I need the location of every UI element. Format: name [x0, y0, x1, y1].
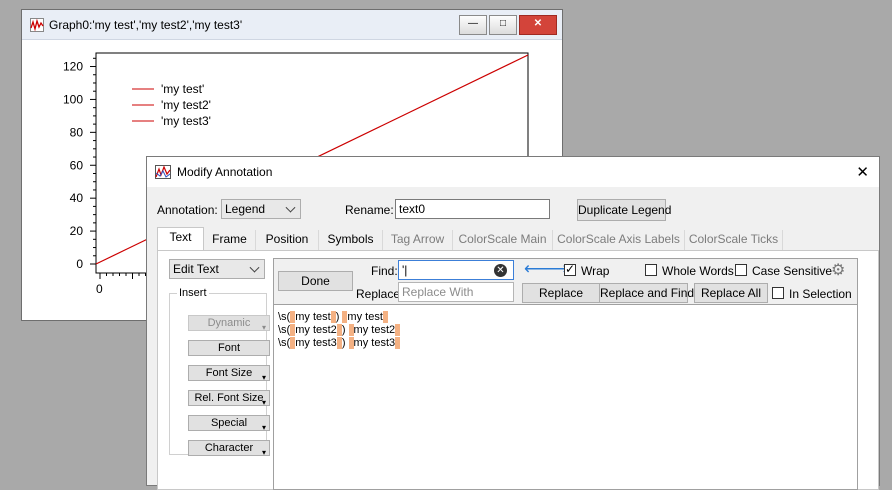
y-tick-label: 20	[70, 224, 84, 238]
x-tick-label: 0	[96, 282, 103, 296]
rename-input[interactable]: text0	[395, 199, 550, 219]
wrap-checkbox[interactable]: ✓	[564, 262, 576, 276]
text-line-1: \s( my test) my test	[278, 311, 400, 324]
rename-label: Rename:	[345, 203, 394, 217]
tab-frame[interactable]: Frame	[204, 230, 256, 250]
text-escape: \s(	[278, 311, 291, 323]
edit-mode-select[interactable]: Edit Text	[169, 259, 265, 279]
modify-annotation-dialog: Modify Annotation ✕ Annotation: Legend R…	[146, 156, 880, 490]
y-tick-label: 0	[76, 257, 83, 271]
replace-label: Replace:	[356, 287, 404, 301]
text-line-3: \s( my test3) my test3	[278, 337, 401, 350]
tab-colorscale-main[interactable]: ColorScale Main	[453, 230, 553, 250]
dropdown-arrow-icon: ▾	[261, 448, 266, 457]
text-close: )	[341, 337, 349, 349]
text-close: )	[335, 311, 343, 323]
special-button-label: Special	[210, 417, 248, 429]
case-sensitive-label: Case Sensitive	[752, 264, 833, 278]
minimize-button[interactable]: —	[459, 15, 487, 35]
editor-container: Done Find: '| ✕ ⟵ ⟶ ✓ Wrap Whole Words C…	[273, 258, 858, 490]
in-selection-label: In Selection	[789, 287, 852, 301]
tab-colorscale-axis-labels[interactable]: ColorScale Axis Labels	[553, 230, 685, 250]
annotation-select-value: Legend	[225, 202, 266, 216]
replace-and-find-button[interactable]: Replace and Find	[599, 283, 694, 303]
dynamic-button[interactable]: Dynamic ▾	[188, 315, 270, 332]
dropdown-arrow-icon: ▾	[261, 323, 266, 332]
find-replace-bar: Done Find: '| ✕ ⟵ ⟶ ✓ Wrap Whole Words C…	[274, 259, 857, 305]
dialog-title: Modify Annotation	[177, 165, 273, 179]
highlight-mark	[395, 324, 401, 337]
dynamic-button-label: Dynamic	[207, 317, 251, 329]
close-button[interactable]: ✕	[519, 15, 557, 35]
character-button[interactable]: Character ▾	[188, 440, 270, 457]
tab-position[interactable]: Position	[256, 230, 319, 250]
whole-words-label: Whole Words	[662, 264, 734, 278]
gear-icon[interactable]: ⚙	[831, 260, 845, 280]
graph-icon	[30, 18, 44, 32]
tab-symbols[interactable]: Symbols	[319, 230, 383, 250]
text-tail: my test	[347, 311, 383, 323]
replace-input[interactable]: Replace With	[398, 282, 514, 302]
duplicate-legend-button[interactable]: Duplicate Legend	[577, 199, 671, 221]
y-tick-label: 80	[70, 125, 84, 139]
rel-font-size-button-label: Rel. Font Size	[194, 392, 264, 404]
legend-label-3: 'my test3'	[161, 114, 211, 128]
case-sensitive-checkbox[interactable]	[735, 264, 747, 276]
graph-title: Graph0:'my test','my test2','my test3'	[49, 18, 243, 32]
dropdown-arrow-icon: ▾	[261, 398, 266, 407]
font-size-button-label: Font Size	[205, 367, 253, 379]
rel-font-size-button[interactable]: Rel. Font Size ▾	[188, 390, 270, 407]
y-tick-label: 40	[70, 191, 84, 205]
replace-all-button[interactable]: Replace All	[694, 283, 768, 303]
legend-label-1: 'my test'	[161, 82, 204, 96]
text-line-2: \s( my test2) my test2	[278, 324, 401, 337]
tab-tag-arrow[interactable]: Tag Arrow	[383, 230, 453, 250]
insert-label: Insert	[177, 287, 209, 299]
wrap-label: Wrap	[581, 264, 610, 278]
font-size-button[interactable]: Font Size ▾	[188, 365, 270, 382]
legend-label-2: 'my test2'	[161, 98, 211, 112]
annotation-select[interactable]: Legend	[221, 199, 301, 219]
tab-colorscale-ticks[interactable]: ColorScale Ticks	[685, 230, 783, 250]
text-name: my test3	[295, 337, 337, 349]
whole-words-checkbox[interactable]	[645, 264, 657, 276]
clear-find-icon[interactable]: ✕	[494, 264, 507, 277]
dropdown-arrow-icon: ▾	[261, 423, 266, 432]
text-name: my test	[295, 311, 331, 323]
find-label: Find:	[371, 264, 398, 278]
chevron-down-icon	[285, 202, 296, 213]
check-icon: ✓	[565, 262, 576, 276]
done-button[interactable]: Done	[278, 271, 353, 291]
text-tab-panel: Edit Text Insert Dynamic ▾ Font Font Size…	[157, 250, 879, 490]
y-tick-label: 60	[70, 158, 84, 172]
text-close: )	[341, 324, 349, 336]
text-escape: \s(	[278, 337, 291, 349]
replace-button[interactable]: Replace	[522, 283, 600, 303]
in-selection-checkbox[interactable]	[772, 287, 784, 299]
graph-title-bar[interactable]: Graph0:'my test','my test2','my test3' —…	[22, 10, 562, 40]
chevron-down-icon	[249, 262, 260, 273]
text-escape: \s(	[278, 324, 291, 336]
insert-group: Insert Dynamic ▾ Font Font Size ▾ Rel. Fon…	[169, 287, 270, 457]
highlight-mark	[382, 311, 388, 324]
font-button[interactable]: Font	[188, 340, 270, 356]
annotation-label: Annotation:	[157, 203, 218, 217]
text-name: my test2	[295, 324, 337, 336]
y-tick-label: 120	[63, 60, 83, 74]
text-tail: my test3	[353, 337, 396, 349]
dialog-title-bar[interactable]: Modify Annotation ✕	[147, 157, 879, 187]
annotation-icon	[155, 165, 171, 179]
legend: 'my test' 'my test2' 'my test3'	[132, 82, 211, 128]
edit-mode-value: Edit Text	[173, 262, 219, 276]
character-button-label: Character	[204, 442, 254, 454]
text-tail: my test2	[353, 324, 396, 336]
annotation-text-area[interactable]: \s( my test) my test \s( my test2) my test…	[278, 311, 401, 350]
highlight-mark	[395, 337, 401, 350]
tab-text[interactable]: Text	[157, 227, 204, 251]
dialog-close-icon[interactable]: ✕	[856, 163, 869, 181]
special-button[interactable]: Special ▾	[188, 415, 270, 432]
y-tick-label: 100	[63, 92, 83, 106]
dropdown-arrow-icon: ▾	[261, 373, 266, 382]
maximize-button[interactable]: □	[489, 15, 517, 35]
